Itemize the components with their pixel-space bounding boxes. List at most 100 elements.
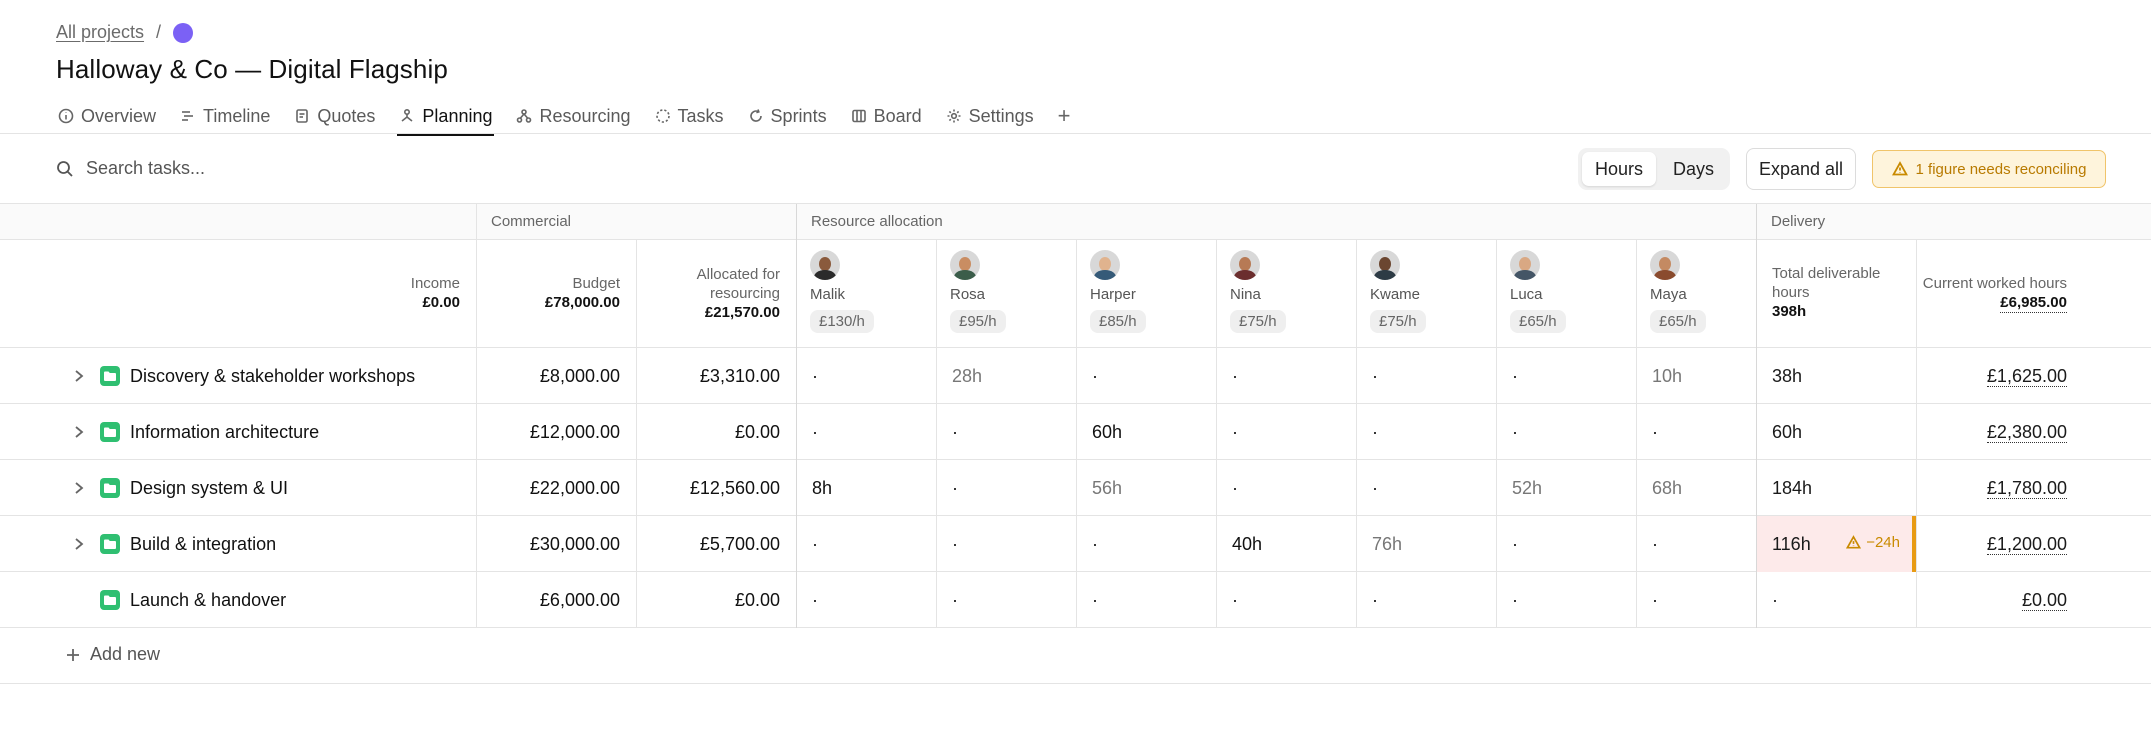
tab-label: Sprints — [770, 105, 827, 126]
allocation-cell[interactable]: 68h — [1636, 460, 1756, 516]
allocated-cell[interactable]: £5,700.00 — [636, 516, 796, 572]
allocation-cell[interactable]: · — [796, 572, 936, 628]
allocation-cell[interactable]: · — [1496, 404, 1636, 460]
avatar[interactable] — [1650, 250, 1680, 280]
budget-cell[interactable]: £30,000.00 — [476, 516, 636, 572]
allocation-cell[interactable]: · — [1216, 348, 1356, 404]
unit-days-option[interactable]: Days — [1660, 152, 1727, 186]
allocation-cell[interactable]: · — [796, 516, 936, 572]
tab-sprints[interactable]: Sprints — [746, 98, 829, 134]
tab-board[interactable]: Board — [849, 98, 924, 134]
avatar[interactable] — [1090, 250, 1120, 280]
resourcing-icon — [517, 109, 532, 123]
worked-cell[interactable]: £2,380.00 — [1916, 404, 2111, 460]
allocation-cell[interactable]: · — [1496, 348, 1636, 404]
board-icon — [851, 109, 866, 123]
total-deliverable-value: 184h — [1772, 477, 1813, 498]
allocation-cell[interactable]: · — [936, 460, 1076, 516]
avatar[interactable] — [1230, 250, 1260, 280]
worked-cell[interactable]: £1,200.00 — [1916, 516, 2111, 572]
allocation-cell[interactable]: · — [1356, 404, 1496, 460]
allocation-cell[interactable]: · — [1216, 460, 1356, 516]
income-value: £0.00 — [422, 294, 460, 311]
allocation-cell[interactable]: · — [1356, 572, 1496, 628]
allocation-cell[interactable]: 10h — [1636, 348, 1756, 404]
column-group-row: Commercial Resource allocation Delivery — [0, 204, 2151, 240]
allocation-cell[interactable]: 8h — [796, 460, 936, 516]
add-tab-button[interactable]: + — [1056, 98, 1073, 134]
add-new-label: Add new — [90, 644, 161, 664]
allocation-cell[interactable]: · — [1356, 460, 1496, 516]
allocation-cell[interactable]: · — [1216, 404, 1356, 460]
task-name-cell[interactable]: Information architecture — [30, 404, 476, 460]
total-deliverable-cell[interactable]: 60h — [1756, 404, 1916, 460]
avatar[interactable] — [1370, 250, 1400, 280]
search-input[interactable]: Search tasks... — [56, 158, 205, 179]
person-header-nina: Nina £75/h — [1216, 240, 1356, 348]
allocation-cell[interactable]: · — [1076, 572, 1216, 628]
allocation-cell[interactable]: · — [1076, 516, 1216, 572]
allocation-cell[interactable]: 52h — [1496, 460, 1636, 516]
allocated-cell[interactable]: £3,310.00 — [636, 348, 796, 404]
allocation-cell[interactable]: · — [1496, 516, 1636, 572]
worked-cell[interactable]: £1,780.00 — [1916, 460, 2111, 516]
tab-resourcing[interactable]: Resourcing — [514, 98, 632, 134]
allocation-cell[interactable]: 28h — [936, 348, 1076, 404]
allocation-cell[interactable]: · — [796, 348, 936, 404]
budget-cell[interactable]: £12,000.00 — [476, 404, 636, 460]
worked-cell[interactable]: £0.00 — [1916, 572, 2111, 628]
person-header-rosa: Rosa £95/h — [936, 240, 1076, 348]
allocation-cell[interactable]: · — [1636, 404, 1756, 460]
person-header-maya: Maya £65/h — [1636, 240, 1756, 348]
avatar[interactable] — [1510, 250, 1540, 280]
task-name-cell[interactable]: Design system & UI — [30, 460, 476, 516]
allocation-cell[interactable]: · — [1496, 572, 1636, 628]
total-deliverable-cell[interactable]: 116h −24h — [1756, 516, 1916, 572]
tab-overview[interactable]: Overview — [56, 98, 158, 134]
allocation-cell[interactable]: 56h — [1076, 460, 1216, 516]
breadcrumb-all-projects-link[interactable]: All projects — [56, 22, 144, 43]
task-name-cell[interactable]: Discovery & stakeholder workshops — [30, 348, 476, 404]
expand-all-button[interactable]: Expand all — [1746, 148, 1856, 190]
tab-tasks[interactable]: Tasks — [653, 98, 726, 134]
allocation-cell[interactable]: · — [936, 572, 1076, 628]
allocation-cell[interactable]: 40h — [1216, 516, 1356, 572]
allocation-cell[interactable]: · — [936, 404, 1076, 460]
allocation-cell[interactable]: · — [1636, 516, 1756, 572]
total-deliverable-cell[interactable]: 184h — [1756, 460, 1916, 516]
add-new-button[interactable]: Add new — [66, 644, 160, 665]
column-divider — [1496, 240, 1497, 628]
allocation-cell[interactable]: · — [936, 516, 1076, 572]
budget-cell[interactable]: £22,000.00 — [476, 460, 636, 516]
allocated-cell[interactable]: £0.00 — [636, 404, 796, 460]
total-deliverable-cell[interactable]: 38h — [1756, 348, 1916, 404]
allocation-cell[interactable]: · — [1356, 348, 1496, 404]
allocation-cell[interactable]: · — [1216, 572, 1356, 628]
task-name-cell[interactable]: Launch & handover — [30, 572, 476, 628]
allocation-cell[interactable]: 76h — [1356, 516, 1496, 572]
budget-cell[interactable]: £8,000.00 — [476, 348, 636, 404]
tab-planning[interactable]: Planning — [397, 98, 495, 136]
avatar[interactable] — [810, 250, 840, 280]
budget-cell[interactable]: £6,000.00 — [476, 572, 636, 628]
worked-cell[interactable]: £1,625.00 — [1916, 348, 2111, 404]
allocated-cell[interactable]: £0.00 — [636, 572, 796, 628]
task-name-cell[interactable]: Build & integration — [30, 516, 476, 572]
group-commercial: Commercial — [491, 213, 572, 230]
total-deliverable-cell[interactable]: · — [1756, 572, 1916, 628]
allocation-cell[interactable]: 60h — [1076, 404, 1216, 460]
unit-hours-option[interactable]: Hours — [1582, 152, 1657, 186]
rate-badge: £75/h — [1230, 310, 1286, 333]
allocation-cell[interactable]: · — [1636, 572, 1756, 628]
tab-settings[interactable]: Settings — [944, 98, 1036, 134]
tab-quotes[interactable]: Quotes — [292, 98, 377, 134]
allocated-total: £21,570.00 — [704, 304, 780, 321]
folder-icon — [100, 422, 120, 442]
reconcile-warning-button[interactable]: 1 figure needs reconciling — [1872, 150, 2106, 188]
avatar[interactable] — [950, 250, 980, 280]
allocation-cell[interactable]: · — [1076, 348, 1216, 404]
breadcrumb-separator: / — [156, 22, 162, 42]
allocation-cell[interactable]: · — [796, 404, 936, 460]
tab-timeline[interactable]: Timeline — [178, 98, 272, 134]
allocated-cell[interactable]: £12,560.00 — [636, 460, 796, 516]
